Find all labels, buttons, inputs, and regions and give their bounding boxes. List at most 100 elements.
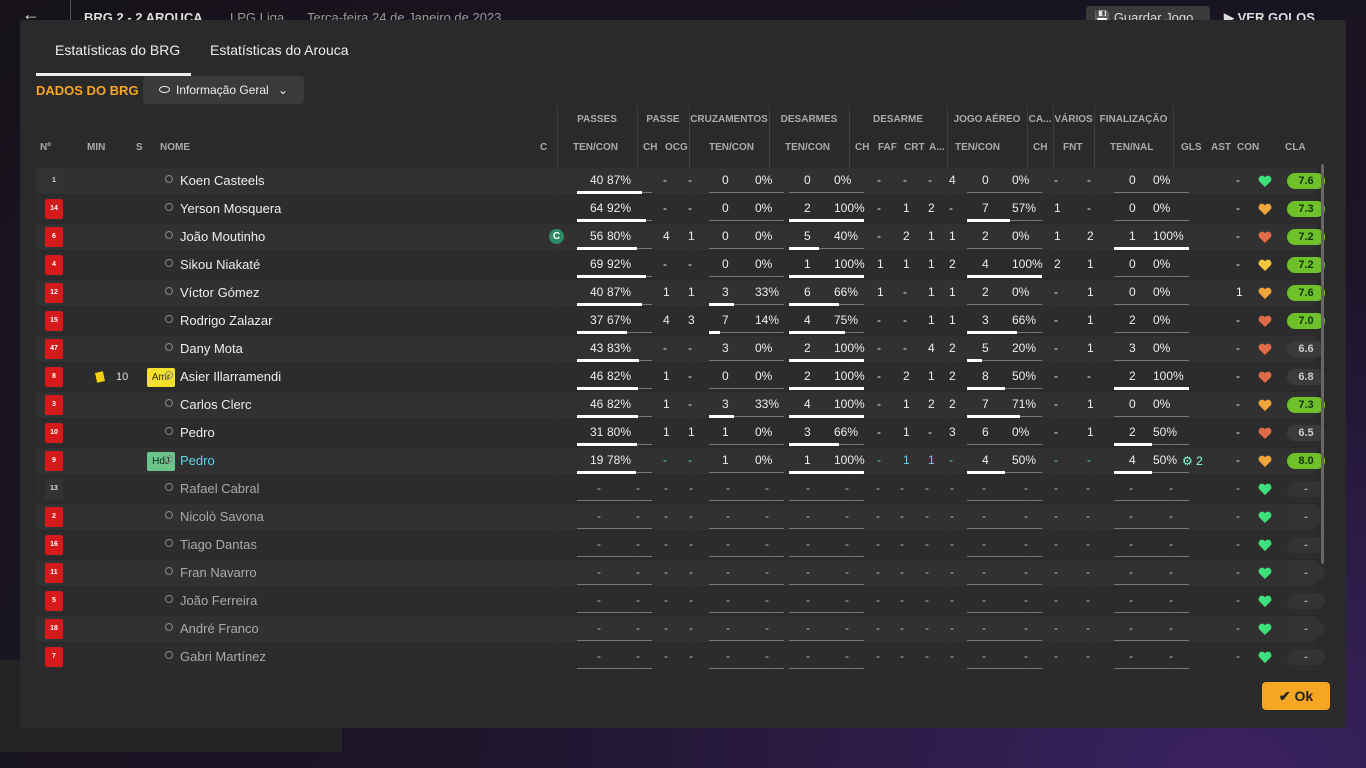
column-header-des_a[interactable]: A... (929, 142, 945, 153)
tackle-attempts: 5 (804, 229, 811, 243)
column-header-s[interactable]: S (136, 142, 143, 153)
column-header-fnt[interactable]: FNT (1063, 142, 1082, 153)
player-name[interactable]: Víctor Gómez (180, 285, 259, 300)
rating-badge: 6.8 (1287, 369, 1325, 385)
player-name[interactable]: Rodrigo Zalazar (180, 313, 273, 328)
column-header-c[interactable]: C (540, 142, 547, 153)
table-row[interactable]: 12 Víctor Gómez 40 87% 1 1 3 33% 6 66% 1-1 1 2 0% -1 0 0… (36, 280, 1325, 306)
cross-percent: 33% (755, 285, 780, 299)
column-header-ast[interactable]: AST (1211, 142, 1231, 153)
fnt: - (1087, 369, 1091, 383)
player-name[interactable]: Tiago Dantas (180, 537, 257, 552)
stat-empty: - (726, 565, 730, 579)
table-row[interactable]: 4 Sikou Niakaté 69 92% - -0 0% 1 100% 1 1 1 2 4 100% 2 1… (36, 252, 1325, 278)
column-header-passes[interactable]: TEN/CON (573, 142, 618, 153)
player-name[interactable]: Nicolò Savona (180, 509, 264, 524)
cross-percent: 0% (755, 257, 773, 271)
pass-key: 1 (663, 369, 670, 383)
ca-ch: - (1054, 313, 1058, 327)
table-row[interactable]: 1 Koen Casteels 40 87% - -0 0% 0 0% - - -4 0 0% - -0 0% -… (36, 168, 1325, 194)
match-header: ← BRG 2 - 2 AROUCA LPG Liga Terça-feira … (0, 0, 1366, 22)
table-row[interactable]: 15 Rodrigo Zalazar 37 67% 4 3 7 14% 4 75% - -1 1 3 66%… (36, 308, 1325, 334)
shirt-number-icon: 13 (45, 479, 63, 499)
stat-empty: - (925, 481, 929, 495)
ok-button[interactable]: ✔ Ok (1262, 682, 1330, 710)
column-header-n[interactable]: Nº (40, 142, 51, 153)
player-name[interactable]: Pedro (180, 425, 215, 440)
stat-empty: - (950, 481, 954, 495)
column-header-desarmes[interactable]: TEN/CON (785, 142, 830, 153)
table-row[interactable]: 5 João Ferreira - - - - - - - - - - - - - - - - - - - - (36, 588, 1325, 614)
column-header-passe_ch[interactable]: CH (643, 142, 657, 153)
column-header-nome[interactable]: NOME (160, 142, 190, 153)
player-name[interactable]: Dany Mota (180, 341, 243, 356)
player-name[interactable]: Asier Illarramendi (180, 369, 281, 384)
stat-empty: - (925, 565, 929, 579)
table-row[interactable]: 14 Yerson Mosquera 64 92% - -0 0% 2 100% -1 2-7 57%… (36, 196, 1325, 222)
player-name[interactable]: João Moutinho (180, 229, 265, 244)
des-ch: - (877, 397, 881, 411)
rating-badge: 7.2 (1287, 257, 1325, 273)
stat-bar-track (789, 528, 864, 529)
condition-heart-icon (1258, 455, 1272, 468)
shot-percent: 0% (1153, 341, 1171, 355)
table-row[interactable]: 8 10 Amr Asier Illarramendi 46 82% 1-0 0% 2 100% -… (36, 364, 1325, 390)
stat-empty: - (876, 565, 880, 579)
stat-percent: 83% (607, 341, 632, 355)
stat-empty: - (900, 565, 904, 579)
stat-empty: - (765, 593, 769, 607)
player-name[interactable]: João Ferreira (180, 593, 257, 608)
stat-value: 56 (590, 229, 604, 243)
player-name[interactable]: Gabri Martínez (180, 649, 266, 664)
des-crt: 1 (928, 453, 935, 467)
table-row[interactable]: 9 HdJ Pedro 19 78% - -1 0% 1 100% -1 1-4 50% - -4 50% ⚙ … (36, 448, 1325, 474)
column-header-passe_ocg[interactable]: OCG (665, 142, 688, 153)
column-header-cla[interactable]: CLA (1285, 142, 1306, 153)
table-row[interactable]: 13 Rafael Cabral - - - - - - - - - - - - - - - - - - - - (36, 476, 1325, 502)
stat-bar-fill (789, 359, 864, 362)
player-name[interactable]: Carlos Clerc (180, 397, 252, 412)
column-header-cruz[interactable]: TEN/CON (709, 142, 754, 153)
player-name[interactable]: André Franco (180, 621, 259, 636)
table-row[interactable]: 2 Nicolò Savona - - - - - - - - - - - - - - - - - - - - (36, 504, 1325, 530)
player-name[interactable]: Yerson Mosquera (180, 201, 281, 216)
player-name[interactable]: Pedro (180, 453, 215, 468)
stat-empty: - (1024, 593, 1028, 607)
table-row[interactable]: 10 Pedro 31 80% 1 1 1 0% 3 66% - 1 - 3 6 0% - 1 2 50% - 6.5 (36, 420, 1325, 446)
column-header-des_faf[interactable]: FAF (878, 142, 897, 153)
aerial-percent: 20% (1012, 341, 1037, 355)
rating-badge: 6.6 (1287, 341, 1325, 357)
table-row[interactable]: 47 Dany Mota 43 83% - -3 0% 2 100% - -4 2 5 20% -1 3 0% -… (36, 336, 1325, 362)
player-name[interactable]: Koen Casteels (180, 173, 265, 188)
shirt-number-icon: 16 (45, 535, 63, 555)
scrollbar[interactable] (1321, 164, 1324, 564)
player-name[interactable]: Rafael Cabral (180, 481, 260, 496)
shot-attempts: 4 (1129, 453, 1136, 467)
table-row[interactable]: 6 João Moutinho C 56 80% 4 1 0 0% 5 40% -2 1 1 2 0% 1 2 1 1… (36, 224, 1325, 250)
column-header-des_crt[interactable]: CRT (904, 142, 925, 153)
table-row[interactable]: 18 André Franco - - - - - - - - - - - - - - - - - - - - (36, 616, 1325, 642)
column-header-ca_ch[interactable]: CH (1033, 142, 1047, 153)
table-row[interactable]: 11 Fran Navarro - - - - - - - - - - - - - - - - - - - - (36, 560, 1325, 586)
fnt: 1 (1087, 313, 1094, 327)
stat-bar-fill (1114, 443, 1152, 446)
player-name[interactable]: Sikou Niakaté (180, 257, 260, 272)
column-header-des_ch[interactable]: CH (855, 142, 869, 153)
column-header-min[interactable]: MIN (87, 142, 105, 153)
table-row[interactable]: 3 Carlos Clerc 46 82% 1-3 33% 4 100% -1 2 2 7 71% -1 0… (36, 392, 1325, 418)
condition-heart-icon (1258, 343, 1272, 356)
des-a: 2 (949, 397, 956, 411)
ca-ch: - (1054, 173, 1058, 187)
table-row[interactable]: 16 Tiago Dantas - - - - - - - - - - - - - - - - - - - - (36, 532, 1325, 558)
stat-empty: - (1024, 509, 1028, 523)
player-name[interactable]: Fran Navarro (180, 565, 257, 580)
column-header-gls[interactable]: GLS (1181, 142, 1202, 153)
group-header: DESARME (872, 114, 923, 125)
des-ch: 1 (877, 285, 884, 299)
column-header-final[interactable]: TEN/NAL (1110, 142, 1153, 153)
table-row[interactable]: 7 Gabri Martínez - - - - - - - - - - - - - - - - - - - - (36, 644, 1325, 670)
player-icon (163, 259, 173, 270)
column-header-aereo[interactable]: TEN/CON (955, 142, 1000, 153)
column-header-con[interactable]: CON (1237, 142, 1259, 153)
stat-empty: - (982, 537, 986, 551)
